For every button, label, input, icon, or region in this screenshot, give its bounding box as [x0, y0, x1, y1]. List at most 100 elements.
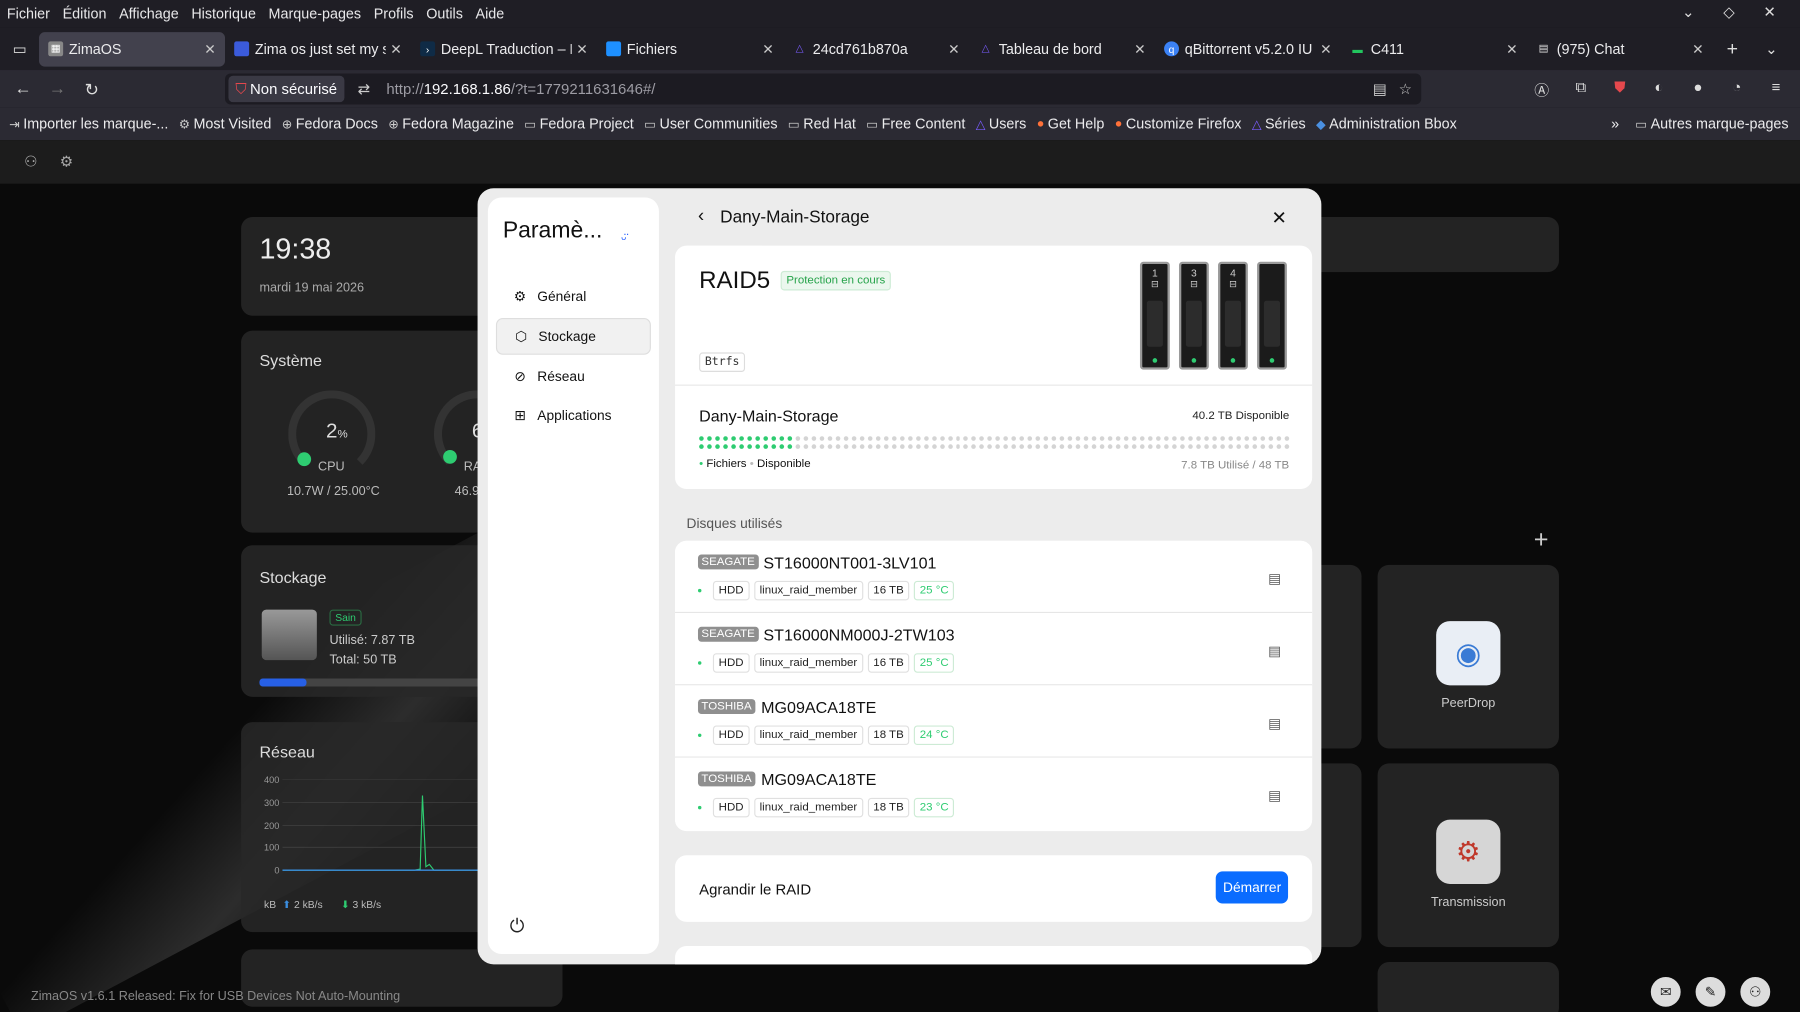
bookmark-item[interactable]: △ Users — [976, 116, 1027, 132]
reload-icon[interactable]: ↻ — [75, 79, 109, 100]
app-peerdrop[interactable]: ◉ PeerDrop — [1377, 564, 1559, 749]
bookmark-item[interactable]: ⊕ Fedora Magazine — [388, 116, 514, 132]
extensions-icon[interactable]: ⧉ — [1570, 78, 1591, 100]
smile-icon[interactable]: ᵕ̈ — [621, 231, 626, 247]
url-bar[interactable]: ⛉ Non sécurisé ⇄ http://192.168.1.86/?t=1… — [225, 73, 1422, 105]
tab-qbittorrent[interactable]: q qBittorrent v5.2.0 IU W ✕ — [1155, 32, 1341, 66]
mail-icon[interactable]: ✉ — [1650, 976, 1681, 1007]
back-arrow-icon[interactable]: ← — [6, 79, 40, 99]
close-icon[interactable]: ✕ — [1506, 41, 1518, 57]
usage-dot — [1019, 444, 1025, 449]
tab-reddit[interactable]: Zima os just set my st ✕ — [225, 32, 411, 66]
tab-deepl[interactable]: › DeepL Traduction – D ✕ — [411, 32, 597, 66]
bookmark-item[interactable]: ● Customize Firefox — [1115, 116, 1242, 132]
tab-fichiers[interactable]: Fichiers ✕ — [597, 32, 783, 66]
url-text[interactable]: http://192.168.1.86/?t=1779211631646#/ — [386, 80, 655, 97]
bookmark-item[interactable]: ▭ User Communities — [644, 116, 777, 132]
usage-dot — [1236, 436, 1241, 441]
permissions-icon[interactable]: ⇄ — [358, 80, 371, 98]
close-icon[interactable]: ✕ — [1272, 207, 1287, 230]
storage-health-badge: Sain — [329, 609, 362, 626]
bookmark-item[interactable]: ⚙ Most Visited — [179, 116, 272, 132]
bookmark-item[interactable]: △ Séries — [1252, 116, 1306, 132]
close-icon[interactable]: ✕ — [390, 41, 402, 57]
bookmark-item[interactable]: ▭ Fedora Project — [524, 116, 634, 132]
usage-dot — [971, 436, 977, 441]
menu-icon[interactable]: ≡ — [1766, 78, 1787, 100]
power-icon[interactable]: ⏻ — [510, 917, 525, 938]
bookmark-item[interactable]: ▭ Free Content — [866, 116, 965, 132]
usage-dot — [995, 436, 1001, 441]
people-icon[interactable]: ⚇ — [1740, 976, 1771, 1007]
tab-c411[interactable]: ▬ C411 ✕ — [1341, 32, 1527, 66]
sidebar-item-network[interactable]: ⊘ Réseau — [496, 358, 651, 395]
document-icon[interactable]: ▤ — [1268, 788, 1281, 804]
usage-dot — [987, 444, 993, 449]
chevrons-right-icon[interactable]: » — [1611, 116, 1619, 132]
disk-row[interactable]: TOSHIBA MG09ACA18TE HDD linux_raid_member… — [675, 757, 1313, 831]
start-button[interactable]: Démarrer — [1216, 871, 1289, 904]
reader-view-icon[interactable]: ▤ — [1373, 80, 1387, 98]
bookmark-other[interactable]: ▭ Autres marque-pages — [1635, 116, 1788, 132]
back-chevron-icon[interactable]: ‹ — [698, 207, 704, 228]
extension-icon[interactable]: ◐ — [1649, 78, 1670, 100]
document-icon[interactable]: ▤ — [1268, 715, 1281, 731]
menu-bookmarks[interactable]: Marque-pages — [269, 6, 362, 22]
bookmark-item[interactable]: ⊕ Fedora Docs — [282, 116, 378, 132]
nav-bar: ← → ↻ ⛉ Non sécurisé ⇄ http://192.168.1.8… — [0, 70, 1800, 108]
bookmark-item[interactable]: ▭ Red Hat — [788, 116, 856, 132]
menu-tools[interactable]: Outils — [426, 6, 463, 22]
folder-icon: ▭ — [524, 117, 537, 132]
close-icon[interactable]: ✕ — [1320, 41, 1332, 57]
document-icon[interactable]: ▤ — [1268, 571, 1281, 587]
tab-zimaos[interactable]: ▦ ZimaOS ✕ — [39, 31, 226, 67]
tab-tableau[interactable]: △ Tableau de bord ✕ — [969, 32, 1155, 66]
disk-row[interactable]: SEAGATE ST16000NM000J-2TW103 HDD linux_ra… — [675, 613, 1313, 686]
ublock-icon[interactable]: ⛊ — [1609, 78, 1630, 100]
close-icon[interactable]: ✕ — [204, 41, 216, 57]
extension-icon[interactable]: ◔ — [1727, 78, 1748, 100]
app-transmission[interactable]: ⚙ Transmission — [1377, 763, 1559, 948]
forward-arrow-icon[interactable]: → — [40, 79, 74, 99]
sidebar-item-applications[interactable]: ⊞ Applications — [496, 397, 651, 434]
tab-list-icon[interactable]: ▭ — [0, 28, 39, 70]
close-icon[interactable]: ✕ — [1763, 3, 1776, 21]
release-note[interactable]: ZimaOS v1.6.1 Released: Fix for USB Devi… — [31, 990, 400, 1004]
sidebar-item-general[interactable]: ⚙ Général — [496, 278, 651, 315]
account-icon[interactable]: Ⓐ — [1531, 78, 1552, 100]
menu-help[interactable]: Aide — [476, 6, 505, 22]
close-icon[interactable]: ✕ — [1692, 41, 1704, 57]
extension-icon[interactable]: ● — [1688, 78, 1709, 100]
chevron-down-icon[interactable]: ⌄ — [1682, 3, 1695, 21]
close-icon[interactable]: ✕ — [1134, 41, 1146, 57]
bookmark-item[interactable]: ⇥ Importer les marque-... — [9, 116, 168, 132]
close-icon[interactable]: ✕ — [948, 41, 960, 57]
disk-row[interactable]: SEAGATE ST16000NT001-3LV101 HDD linux_rai… — [675, 540, 1313, 614]
menu-edit[interactable]: Édition — [63, 6, 107, 22]
menu-file[interactable]: Fichier — [7, 6, 50, 22]
gear-icon[interactable]: ⚙ — [60, 153, 73, 171]
net-down: ⬇ 3 kB/s — [340, 898, 382, 911]
security-indicator[interactable]: ⛉ Non sécurisé — [228, 75, 344, 103]
disk-row[interactable]: TOSHIBA MG09ACA18TE HDD linux_raid_member… — [675, 685, 1313, 758]
bookmark-item[interactable]: ● Get Help — [1037, 116, 1105, 132]
tab-chat[interactable]: ▤ (975) Chat ✕ — [1527, 32, 1713, 66]
drive-icon: ⊟ — [1190, 278, 1198, 290]
chevron-down-icon[interactable]: ⌄ — [1752, 28, 1791, 70]
user-icon[interactable]: ⚇ — [24, 153, 37, 171]
star-icon[interactable]: ☆ — [1399, 80, 1412, 98]
menu-view[interactable]: Affichage — [119, 6, 179, 22]
diamond-icon[interactable]: ◇ — [1723, 3, 1734, 21]
bookmark-item[interactable]: ◆ Administration Bbox — [1316, 116, 1457, 132]
document-icon[interactable]: ▤ — [1268, 643, 1281, 659]
app-tile-bottom[interactable] — [1377, 962, 1559, 1012]
close-icon[interactable]: ✕ — [762, 41, 774, 57]
chat-icon[interactable]: ✎ — [1695, 976, 1726, 1007]
sidebar-item-storage[interactable]: ⬡ Stockage — [495, 317, 651, 355]
close-icon[interactable]: ✕ — [576, 41, 588, 57]
menu-profiles[interactable]: Profils — [374, 6, 414, 22]
new-tab-icon[interactable]: + — [1713, 28, 1752, 70]
menu-history[interactable]: Historique — [191, 6, 256, 22]
add-icon[interactable]: + — [1534, 525, 1549, 555]
tab-24cd[interactable]: △ 24cd761b870a ✕ — [783, 32, 969, 66]
